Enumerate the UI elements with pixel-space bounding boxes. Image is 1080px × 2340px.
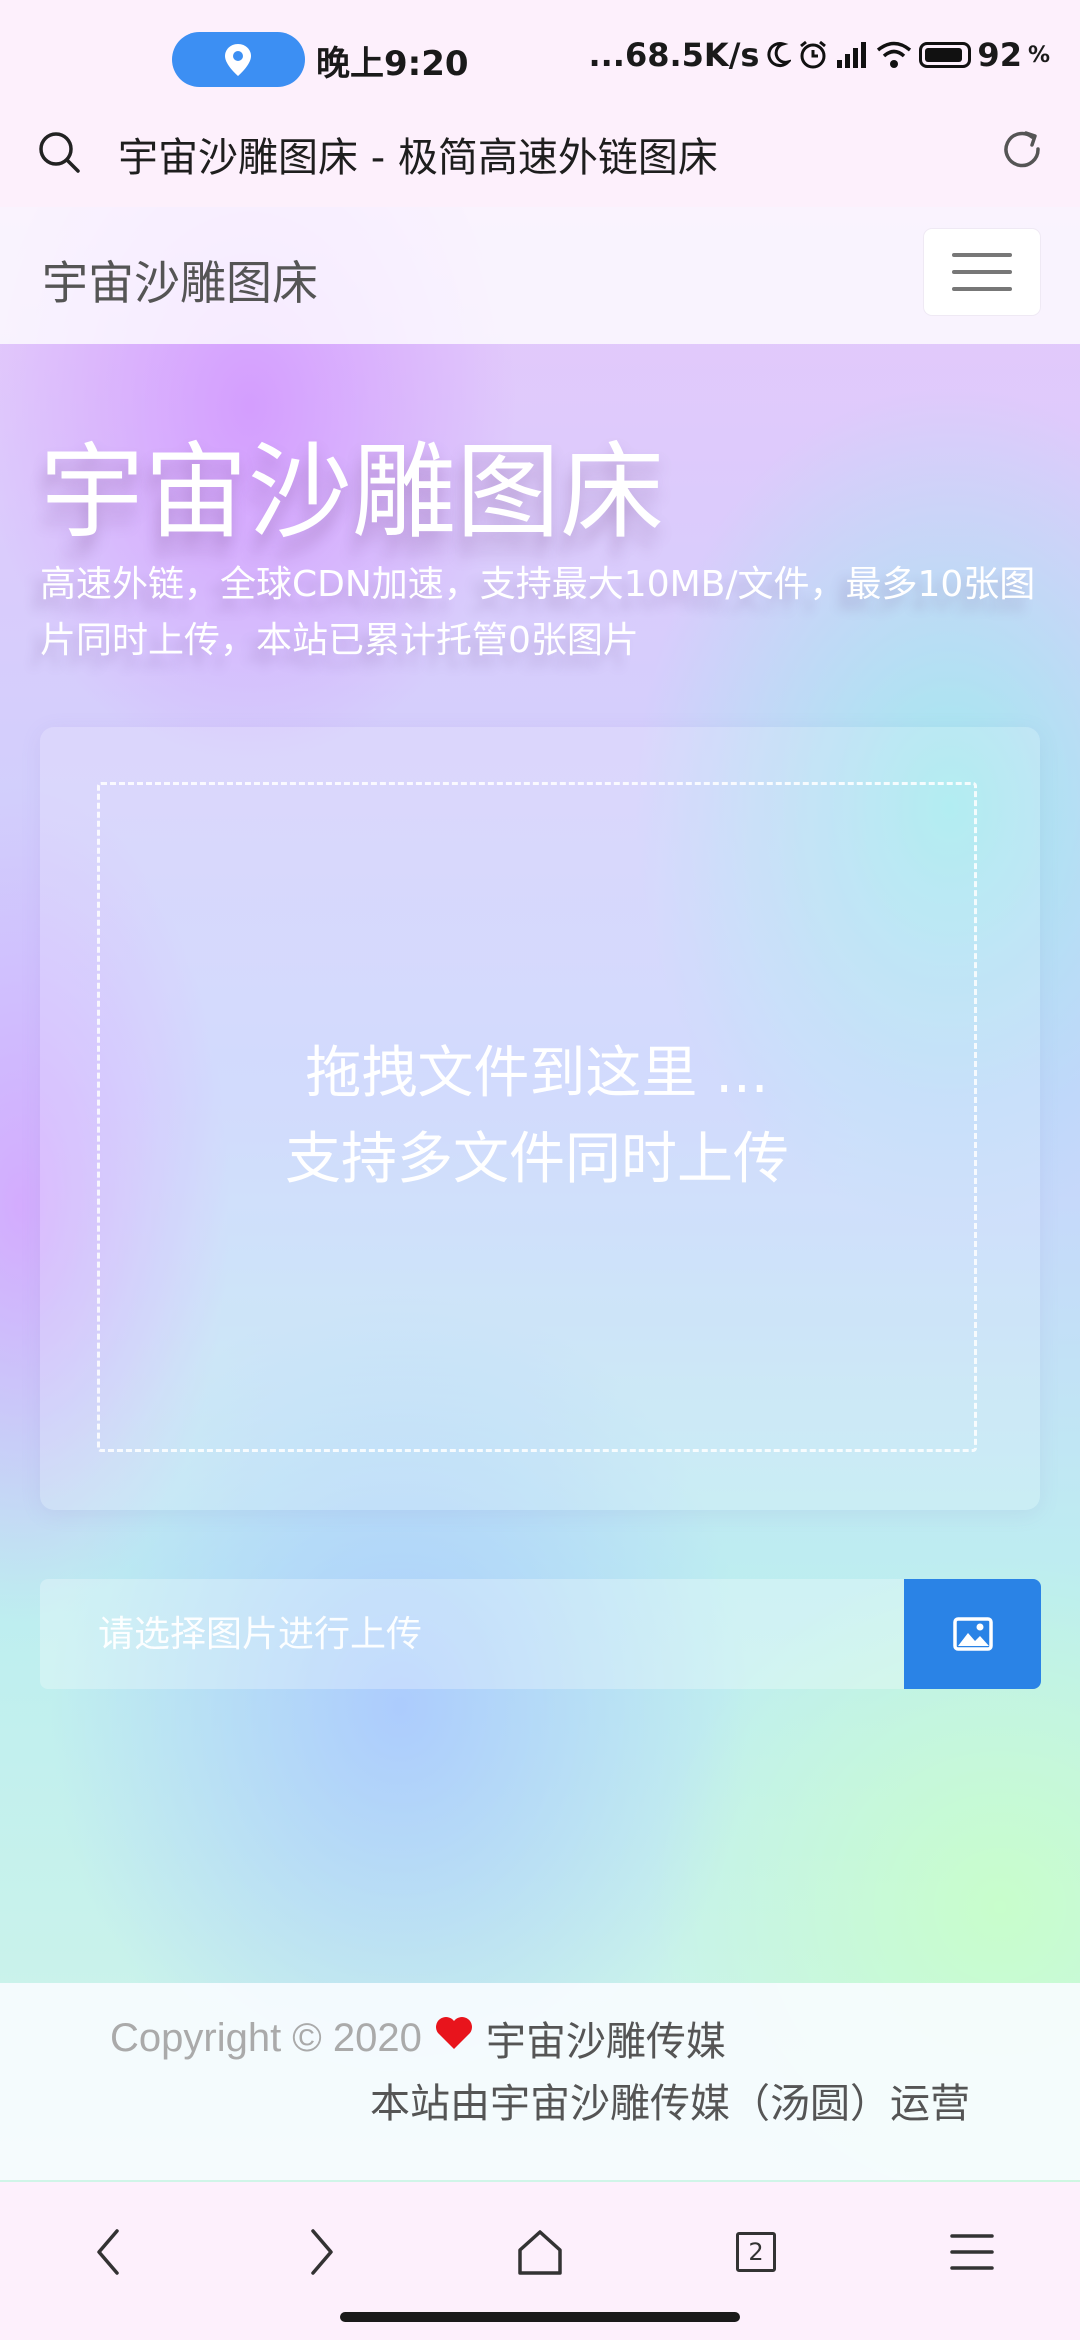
hamburger-bar (952, 253, 1012, 257)
operated-by-text: 本站由宇宙沙雕传媒（汤圆）运营 (370, 2081, 970, 2127)
moon-icon (765, 41, 792, 69)
home-button[interactable] (500, 2212, 580, 2292)
location-icon (225, 44, 251, 76)
menu-button[interactable] (932, 2212, 1012, 2292)
battery-percent: 92 (977, 36, 1022, 74)
forward-button[interactable] (282, 2212, 362, 2292)
hamburger-bar (952, 270, 1012, 274)
chevron-left-icon (97, 2229, 119, 2275)
copyright-line: Copyright © 2020 宇宙沙雕传媒 (110, 2009, 726, 2067)
site-navbar: 宇宙沙雕图床 (0, 207, 1080, 344)
wifi-icon (875, 40, 913, 70)
page-title-bar[interactable]: 宇宙沙雕图床 - 极简高速外链图床 (118, 125, 718, 183)
home-icon (518, 2230, 562, 2275)
browser-toolbar: 宇宙沙雕图床 - 极简高速外链图床 (0, 115, 1080, 207)
status-indicators: ...68.5K/s 92% (588, 36, 1050, 74)
battery-percent-symbol: % (1027, 42, 1050, 68)
signal-icon (835, 40, 869, 70)
network-speed: ...68.5K/s (588, 36, 760, 74)
menu-toggle-button[interactable] (924, 229, 1040, 315)
heart-icon (434, 2015, 474, 2061)
site-brand[interactable]: 宇宙沙雕图床 (42, 247, 318, 313)
menu-icon (950, 2234, 994, 2270)
status-time: 晚上9:20 (316, 44, 469, 84)
reload-icon[interactable] (1000, 127, 1046, 177)
company-link[interactable]: 宇宙沙雕传媒 (486, 2009, 726, 2067)
home-indicator[interactable] (340, 2312, 740, 2322)
copyright-text: Copyright © 2020 (110, 2015, 422, 2060)
web-page: 宇宙沙雕图床 宇宙沙雕图床 高速外链，全球CDN加速，支持最大10MB/文件，最… (0, 207, 1080, 2182)
tabs-button[interactable]: 2 (716, 2212, 796, 2292)
dropzone-hint: 拖拽文件到这里 ... (305, 1041, 769, 1106)
battery-icon (919, 42, 972, 68)
status-bar: 晚上9:20 ...68.5K/s 92% (0, 0, 1080, 115)
location-indicator[interactable] (172, 32, 305, 87)
image-icon (952, 1617, 993, 1651)
hero-subtitle: 高速外链，全球CDN加速，支持最大10MB/文件，最多10张图片同时上传，本站已… (40, 564, 1036, 661)
alarm-icon (797, 39, 829, 71)
select-image-button[interactable] (904, 1579, 1041, 1689)
search-icon[interactable] (36, 129, 82, 179)
site-footer: Copyright © 2020 宇宙沙雕传媒 本站由宇宙沙雕传媒（汤圆）运营 (0, 1983, 1080, 2180)
tab-count-badge: 2 (736, 2232, 776, 2272)
dropzone-multi-hint: 支持多文件同时上传 (285, 1127, 789, 1192)
back-button[interactable] (68, 2212, 148, 2292)
file-select-input[interactable] (40, 1579, 904, 1689)
file-dropzone[interactable]: 拖拽文件到这里 ... 支持多文件同时上传 (97, 782, 977, 1452)
upload-card: 拖拽文件到这里 ... 支持多文件同时上传 (40, 727, 1040, 1510)
chevron-right-icon (311, 2229, 333, 2275)
file-select-group (40, 1579, 1041, 1689)
hamburger-bar (952, 287, 1012, 291)
hero-title: 宇宙沙雕图床 (40, 431, 665, 553)
